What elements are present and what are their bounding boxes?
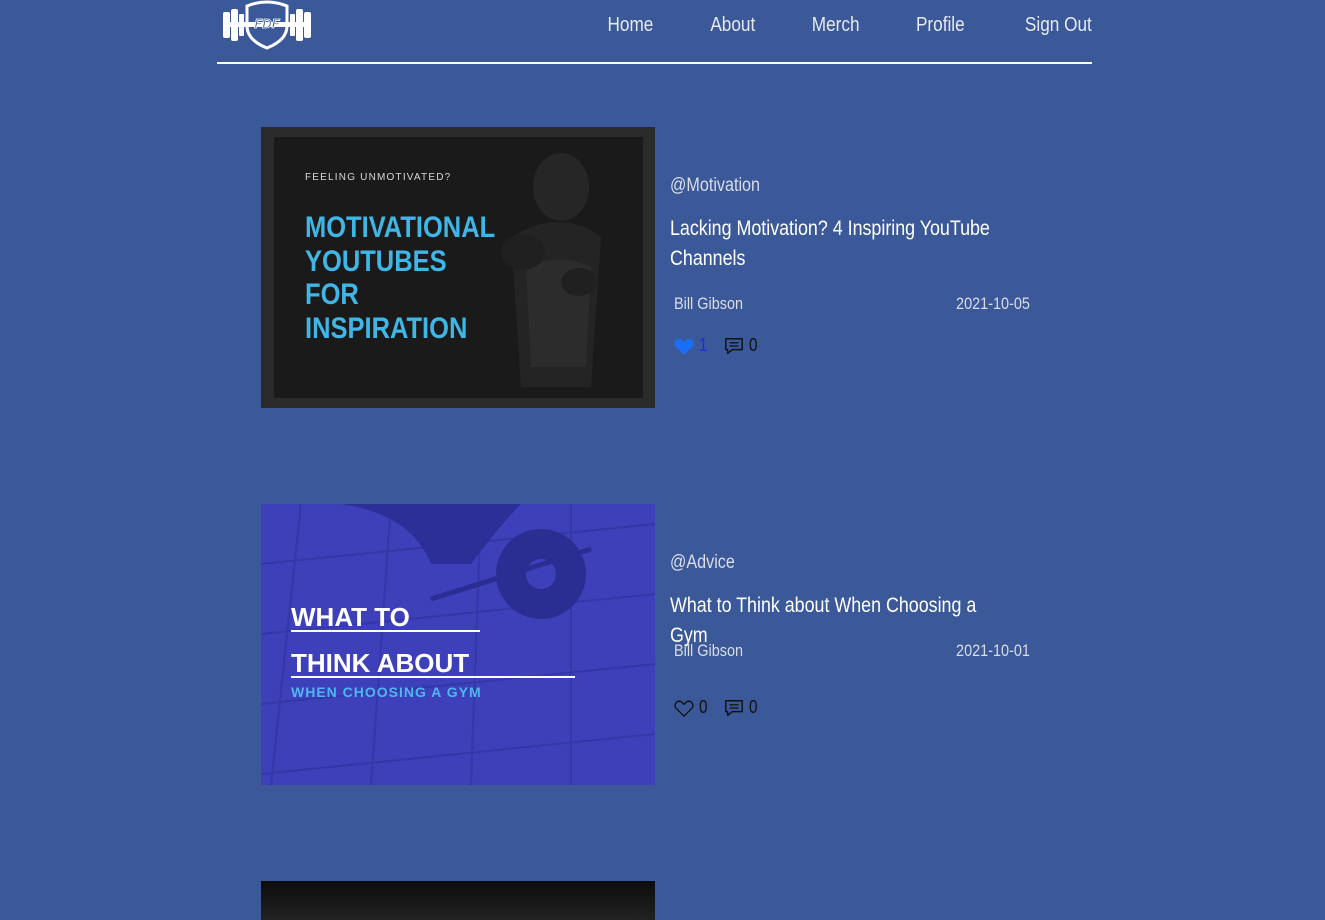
post-title[interactable]: Lacking Motivation? 4 Inspiring YouTube … (670, 214, 1010, 274)
post-date: 2021-10-01 (956, 641, 1030, 660)
site-header: FDF Home About Merch Profile Sign Out (217, 0, 1092, 64)
comment-icon (725, 699, 743, 716)
post-thumbnail-image (261, 881, 655, 920)
post-author: Bill Gibson (674, 641, 744, 660)
comment-count: 0 (749, 697, 758, 717)
heart-filled-icon (674, 338, 694, 355)
like-button[interactable]: 0 (673, 697, 709, 718)
post-author: Bill Gibson (674, 294, 744, 313)
post-thumbnail-image: WHAT TO THINK ABOUT WHEN CHOOSING A GYM (261, 504, 655, 785)
comment-icon (725, 337, 743, 354)
svg-text:FEELING UNMOTIVATED?: FEELING UNMOTIVATED? (305, 172, 451, 183)
main-nav: Home About Merch Profile Sign Out (600, 11, 1092, 39)
post-thumbnail[interactable]: WHAT TO THINK ABOUT WHEN CHOOSING A GYM (261, 504, 655, 785)
nav-about-link[interactable]: About (710, 11, 755, 39)
svg-text:THINK ABOUT: THINK ABOUT (291, 648, 469, 678)
svg-text:INSPIRATION: INSPIRATION (305, 311, 467, 344)
post-actions: 1 0 (673, 335, 773, 356)
comment-count: 0 (749, 335, 758, 355)
post-category-tag[interactable]: @Motivation (670, 175, 760, 197)
nav-home-link[interactable]: Home (608, 11, 654, 39)
post-thumbnail[interactable]: FEELING UNMOTIVATED? MOTIVATIONAL YOUTUB… (261, 127, 655, 408)
post-actions: 0 0 (673, 697, 773, 718)
svg-text:YOUTUBES: YOUTUBES (305, 244, 447, 277)
heart-outline-icon (674, 699, 694, 717)
post-date: 2021-10-05 (956, 294, 1030, 313)
post-card: FEELING UNMOTIVATED? MOTIVATIONAL YOUTUB… (261, 127, 1041, 408)
svg-text:FOR: FOR (305, 277, 359, 310)
dumbbell-shield-logo-icon[interactable]: FDF (217, 0, 317, 50)
post-thumbnail-image: FEELING UNMOTIVATED? MOTIVATIONAL YOUTUB… (261, 127, 655, 408)
blog-page: FDF Home About Merch Profile Sign Out FE… (0, 0, 1325, 920)
nav-merch-link[interactable]: Merch (812, 11, 860, 39)
post-category-tag[interactable]: @Advice (670, 552, 735, 574)
svg-text:WHEN CHOOSING A GYM: WHEN CHOOSING A GYM (291, 684, 482, 700)
post-thumbnail[interactable] (261, 881, 655, 920)
comment-button[interactable]: 0 (723, 335, 759, 356)
post-info: @Motivation Lacking Motivation? 4 Inspir… (670, 127, 1030, 408)
like-count: 1 (699, 335, 708, 355)
like-button[interactable]: 1 (673, 335, 709, 356)
post-card: WHAT TO THINK ABOUT WHEN CHOOSING A GYM … (261, 504, 1041, 785)
svg-text:FDF: FDF (254, 16, 280, 31)
post-info: @Advice What to Think about When Choosin… (670, 504, 1030, 785)
comment-button[interactable]: 0 (723, 697, 759, 718)
nav-sign-out-link[interactable]: Sign Out (1025, 11, 1092, 39)
svg-text:WHAT TO: WHAT TO (291, 602, 410, 632)
nav-profile-link[interactable]: Profile (916, 11, 965, 39)
like-count: 0 (699, 697, 708, 717)
svg-text:MOTIVATIONAL: MOTIVATIONAL (305, 210, 495, 243)
